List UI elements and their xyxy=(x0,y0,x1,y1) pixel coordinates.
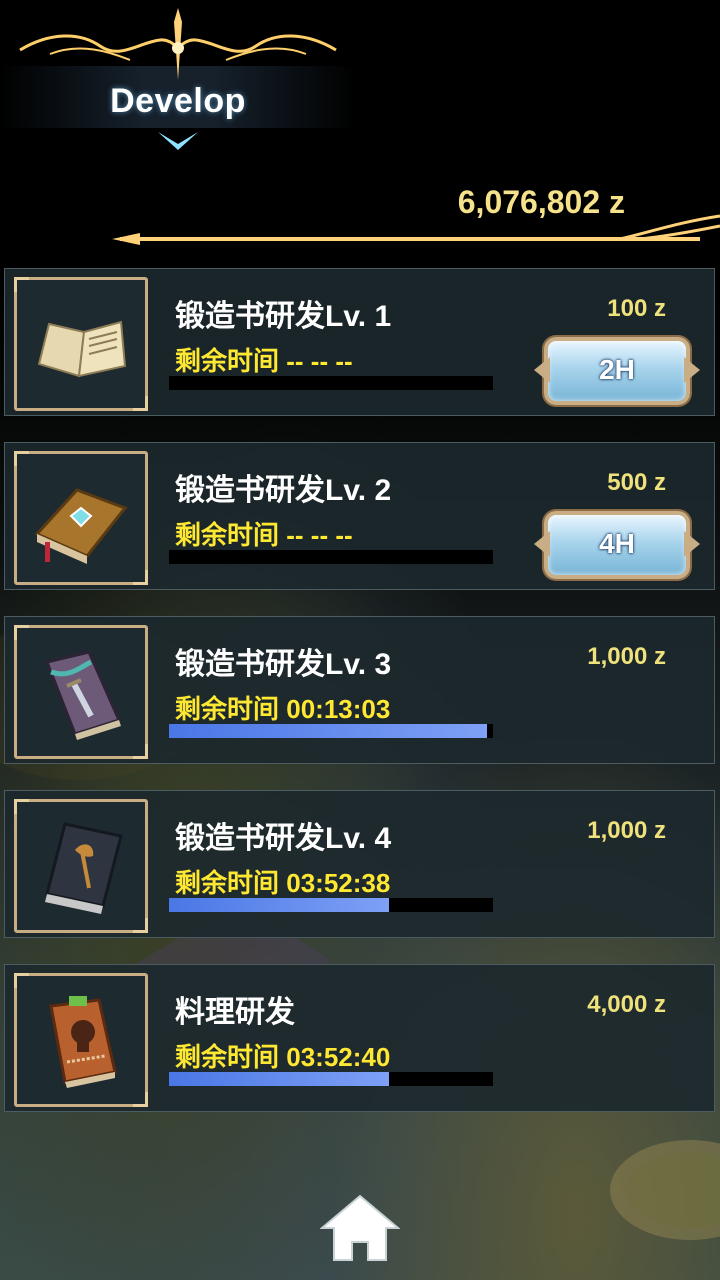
progress-bar xyxy=(169,550,493,564)
cooking-book-icon xyxy=(49,996,117,1088)
progress-fill xyxy=(169,724,487,738)
item-price: 100 z xyxy=(607,295,666,322)
develop-row: 锻造书研发Lv. 4 剩余时间 03:52:38 1,000 z xyxy=(4,790,715,938)
remaining-time-label: 剩余时间 xyxy=(175,346,280,376)
home-icon[interactable] xyxy=(320,1192,400,1264)
progress-bar xyxy=(169,724,493,738)
item-thumbnail xyxy=(14,625,148,759)
remaining-time-value: -- -- -- xyxy=(286,520,353,550)
develop-row: 锻造书研发Lv. 3 剩余时间 00:13:03 1,000 z xyxy=(4,616,715,764)
page-title: Develop xyxy=(110,82,246,120)
item-thumbnail xyxy=(14,277,148,411)
remaining-time-value: -- -- -- xyxy=(286,346,353,376)
sword-book-icon xyxy=(44,650,122,740)
remaining-time-label: 剩余时间 xyxy=(175,868,280,898)
remaining-time: 剩余时间 03:52:40 xyxy=(175,1037,390,1074)
item-price: 4,000 z xyxy=(587,991,666,1018)
currency-amount: 6,076,802 z xyxy=(457,184,625,220)
remaining-time-label: 剩余时间 xyxy=(175,520,280,550)
remaining-time: 剩余时间 00:13:03 xyxy=(175,689,390,726)
remaining-time: 剩余时间 -- -- -- xyxy=(175,341,353,378)
develop-row: 料理研发 剩余时间 03:52:40 4,000 z xyxy=(4,964,715,1112)
develop-row: 锻造书研发Lv. 2 剩余时间 -- -- -- 500 z 4H xyxy=(4,442,715,590)
item-name: 锻造书研发Lv. 2 xyxy=(175,474,392,507)
item-name: 锻造书研发Lv. 4 xyxy=(175,822,392,855)
item-price: 1,000 z xyxy=(587,817,666,844)
remaining-time-value: 03:52:40 xyxy=(286,1042,391,1072)
develop-row: 锻造书研发Lv. 1 剩余时间 -- -- -- 100 z 2H xyxy=(4,268,715,416)
item-thumbnail xyxy=(14,799,148,933)
remaining-time-label: 剩余时间 xyxy=(175,1042,280,1072)
leather-gem-book-icon xyxy=(34,488,128,564)
progress-bar xyxy=(169,1072,493,1086)
ornament-bottom-icon xyxy=(158,132,198,150)
remaining-time: 剩余时间 -- -- -- xyxy=(175,515,353,552)
item-name: 料理研发 xyxy=(175,996,295,1029)
item-name: 锻造书研发Lv. 1 xyxy=(175,300,392,333)
remaining-time-value: 03:52:38 xyxy=(286,868,391,898)
header: Develop xyxy=(0,0,360,160)
old-paper-book-icon xyxy=(37,320,127,378)
progress-fill xyxy=(169,898,390,912)
remaining-time-label: 剩余时间 xyxy=(175,694,280,724)
start-4h-button[interactable]: 4H xyxy=(544,511,690,579)
axe-book-icon xyxy=(45,822,123,914)
progress-bar xyxy=(169,898,493,912)
item-price: 1,000 z xyxy=(587,643,666,670)
progress-bar xyxy=(169,376,493,390)
remaining-time: 剩余时间 03:52:38 xyxy=(175,863,390,900)
progress-fill xyxy=(169,1072,390,1086)
start-2h-button[interactable]: 2H xyxy=(544,337,690,405)
item-thumbnail xyxy=(14,973,148,1107)
ornament-top-icon xyxy=(19,8,337,80)
item-name: 锻造书研发Lv. 3 xyxy=(175,648,392,681)
remaining-time-value: 00:13:03 xyxy=(286,694,391,724)
item-thumbnail xyxy=(14,451,148,585)
item-price: 500 z xyxy=(607,469,666,496)
